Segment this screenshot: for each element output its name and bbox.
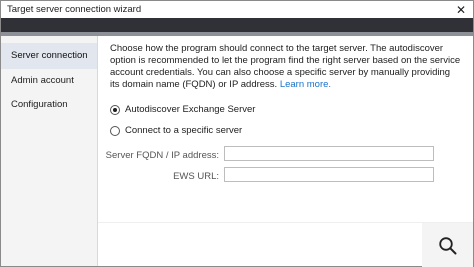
ews-url-label: EWS URL: bbox=[173, 171, 219, 182]
header-band bbox=[1, 18, 473, 32]
sidebar-item-configuration[interactable]: Configuration bbox=[1, 92, 97, 118]
title-bar: Target server connection wizard ✕ bbox=[1, 1, 473, 18]
main-content: Choose how the program should connect to… bbox=[98, 36, 473, 267]
specific-server-option[interactable]: Connect to a specific server bbox=[110, 125, 242, 136]
sidebar-item-server-connection[interactable]: Server connection bbox=[1, 43, 97, 69]
connection-description: Choose how the program should connect to… bbox=[110, 43, 462, 91]
autodiscover-option[interactable]: Autodiscover Exchange Server bbox=[110, 104, 255, 115]
learn-more-link[interactable]: Learn more. bbox=[280, 79, 331, 90]
autodiscover-radio[interactable] bbox=[110, 104, 120, 115]
fqdn-input[interactable] bbox=[224, 146, 434, 161]
wizard-step-sidebar: Server connection Admin account Configur… bbox=[1, 36, 97, 266]
sidebar-item-label: Server connection bbox=[11, 50, 88, 61]
search-button[interactable] bbox=[422, 223, 473, 267]
fqdn-label: Server FQDN / IP address: bbox=[105, 150, 219, 161]
sidebar-item-label: Configuration bbox=[11, 99, 68, 110]
sidebar-item-admin-account[interactable]: Admin account bbox=[1, 68, 97, 94]
search-icon bbox=[438, 236, 456, 254]
wizard-window: Target server connection wizard ✕ Server… bbox=[0, 0, 474, 267]
footer-separator bbox=[98, 222, 473, 223]
specific-server-label: Connect to a specific server bbox=[125, 125, 243, 136]
sidebar-item-label: Admin account bbox=[11, 75, 74, 86]
ews-url-input[interactable] bbox=[224, 167, 434, 182]
specific-server-radio[interactable] bbox=[110, 125, 120, 136]
window-title: Target server connection wizard bbox=[7, 4, 142, 15]
autodiscover-label: Autodiscover Exchange Server bbox=[125, 104, 256, 115]
close-button[interactable]: ✕ bbox=[453, 1, 469, 18]
